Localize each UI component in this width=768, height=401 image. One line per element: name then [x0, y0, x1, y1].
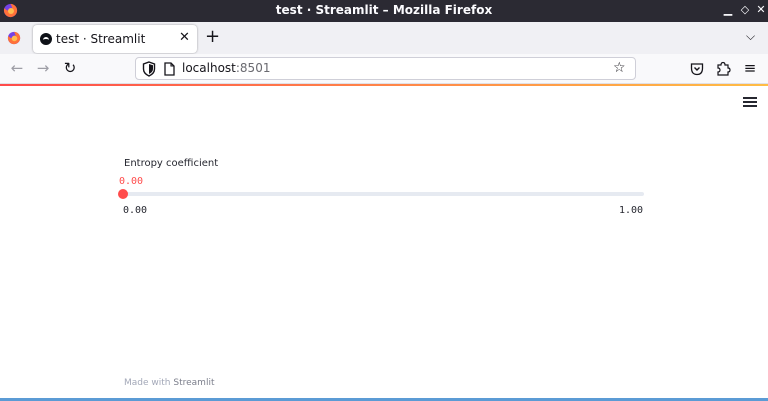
- hamburger-menu-icon[interactable]: [743, 97, 757, 109]
- slider-min-label: 0.00: [123, 205, 148, 216]
- close-icon[interactable]: ✕: [753, 2, 768, 18]
- tab-streamlit[interactable]: test · Streamlit ✕: [33, 25, 197, 53]
- tab-title: test · Streamlit: [56, 32, 146, 46]
- arrow-left-icon[interactable]: ←: [8, 59, 26, 77]
- slider-track[interactable]: [123, 192, 644, 196]
- pocket-icon[interactable]: [690, 62, 704, 76]
- tab-close-icon[interactable]: ✕: [179, 30, 190, 45]
- page-icon: [164, 62, 175, 76]
- slider-thumb[interactable]: [118, 189, 128, 199]
- url-bar[interactable]: localhost:8501 ☆: [135, 57, 636, 80]
- url-text: localhost:8501: [182, 61, 270, 75]
- reload-icon[interactable]: ↻: [61, 59, 79, 77]
- window-titlebar: test · Streamlit – Mozilla Firefox ▁ ◇ ✕: [0, 0, 768, 22]
- footer: Made with Streamlit: [124, 378, 214, 388]
- footer-prefix: Made with: [124, 378, 171, 388]
- star-icon[interactable]: ☆: [613, 60, 626, 76]
- puzzle-icon[interactable]: [716, 61, 731, 76]
- navigation-bar: ← → ↻ localhost:8501 ☆ ≡: [0, 54, 768, 84]
- slider-value: 0.00: [119, 176, 144, 187]
- arrow-right-icon[interactable]: →: [34, 59, 52, 77]
- shield-icon[interactable]: [142, 61, 156, 77]
- minimize-icon[interactable]: ▁: [720, 2, 736, 18]
- tab-bar: test · Streamlit ✕: [0, 22, 768, 54]
- footer-brand-link[interactable]: Streamlit: [173, 378, 214, 388]
- url-port: :8501: [235, 61, 271, 75]
- streamlit-favicon-icon: [40, 33, 52, 45]
- chevron-down-icon[interactable]: ⌵: [746, 29, 755, 44]
- url-host: localhost: [182, 61, 236, 75]
- window-title: test · Streamlit – Mozilla Firefox: [275, 3, 493, 17]
- hamburger-menu-icon[interactable]: ≡: [741, 59, 759, 77]
- streamlit-decoration-bar: [0, 84, 768, 86]
- slider-max-label: 1.00: [619, 205, 644, 216]
- slider-label: Entropy coefficient: [124, 158, 219, 169]
- maximize-icon[interactable]: ◇: [737, 2, 753, 18]
- plus-icon[interactable]: +: [205, 26, 220, 47]
- firefox-view-icon[interactable]: [7, 31, 21, 45]
